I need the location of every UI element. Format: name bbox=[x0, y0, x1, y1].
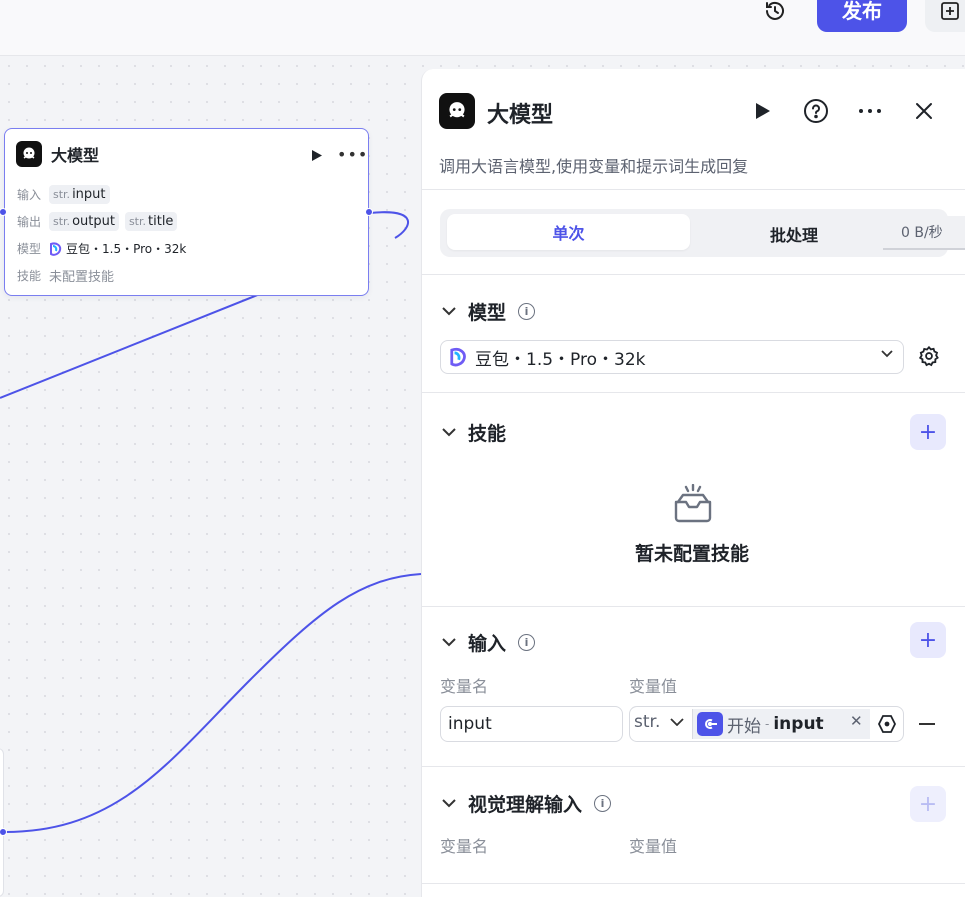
variable-reference-chip[interactable]: 开始 - input bbox=[692, 709, 870, 739]
skills-empty-text: 暂未配置技能 bbox=[634, 543, 749, 565]
close-button[interactable] bbox=[910, 97, 938, 125]
input-section-header[interactable]: 输入 i bbox=[442, 629, 536, 656]
tab-batch[interactable]: 批处理 bbox=[770, 222, 818, 246]
node-config-panel: 大模型 调用大语言模型,使用变量和提示词生成回复 单次 批处理 0 B/秒 模型… bbox=[421, 69, 965, 897]
chevron-down-icon bbox=[442, 638, 456, 647]
panel-description: 调用大语言模型,使用变量和提示词生成回复 bbox=[439, 157, 749, 176]
info-icon[interactable]: i bbox=[518, 634, 536, 651]
more-icon bbox=[859, 109, 881, 113]
empty-inbox-icon bbox=[674, 484, 712, 523]
llm-node-card[interactable]: 大模型 ••• 输入 str. input 输出 str. output str. t… bbox=[0, 128, 373, 296]
variable-name-input[interactable]: input bbox=[440, 706, 623, 742]
add-input-button[interactable]: + bbox=[910, 622, 946, 658]
help-icon bbox=[804, 99, 828, 123]
gear-icon bbox=[918, 345, 939, 367]
output-port[interactable] bbox=[365, 208, 373, 216]
variable-name-label: 变量名 bbox=[440, 677, 489, 696]
add-vision-input-button[interactable]: + bbox=[910, 786, 946, 822]
variable-value-label: 变量值 bbox=[629, 837, 678, 856]
chevron-down-icon bbox=[881, 350, 893, 358]
variable-picker-icon[interactable] bbox=[877, 714, 897, 734]
node-output-row: 输出 str. output str. title bbox=[17, 212, 178, 231]
network-speed-indicator: 0 B/秒 bbox=[883, 216, 965, 250]
type-select[interactable]: str. bbox=[634, 712, 684, 732]
clear-reference-button[interactable]: ✕ bbox=[850, 712, 863, 730]
llm-node-icon bbox=[439, 93, 475, 129]
llm-node-icon bbox=[16, 141, 42, 167]
connection-edge bbox=[0, 291, 266, 399]
model-section-header[interactable]: 模型 i bbox=[442, 298, 536, 325]
node-more-button[interactable]: ••• bbox=[337, 145, 368, 164]
remove-input-button[interactable] bbox=[919, 723, 935, 725]
model-settings-button[interactable] bbox=[918, 345, 940, 371]
skills-section-header[interactable]: 技能 bbox=[442, 419, 506, 446]
run-button[interactable] bbox=[749, 97, 777, 125]
help-button[interactable] bbox=[802, 97, 830, 125]
doubao-logo-icon bbox=[50, 242, 62, 256]
start-node-icon bbox=[697, 712, 723, 736]
info-icon[interactable]: i bbox=[594, 795, 612, 812]
chevron-down-icon bbox=[670, 718, 684, 726]
close-icon bbox=[916, 103, 932, 119]
model-select[interactable]: 豆包・1.5・Pro・32k bbox=[440, 340, 904, 374]
chevron-down-icon bbox=[442, 799, 456, 808]
tab-single[interactable]: 单次 bbox=[447, 214, 690, 250]
param-tag: str. input bbox=[49, 185, 110, 204]
input-port[interactable] bbox=[0, 208, 7, 216]
node-title: 大模型 bbox=[51, 146, 100, 165]
node-input-row: 输入 str. input bbox=[17, 185, 110, 204]
panel-title: 大模型 bbox=[487, 103, 554, 128]
node-model-row: 模型 豆包・1.5・Pro・32k bbox=[17, 242, 187, 256]
param-tag: str. output bbox=[49, 212, 119, 231]
connection-edge bbox=[4, 573, 422, 833]
variable-value-field: str. 开始 - input ✕ bbox=[629, 706, 904, 742]
play-icon bbox=[312, 150, 322, 161]
more-button[interactable] bbox=[856, 97, 884, 125]
play-icon bbox=[756, 103, 770, 119]
variable-name-label: 变量名 bbox=[440, 837, 489, 856]
vision-input-section-header[interactable]: 视觉理解输入 i bbox=[442, 790, 612, 817]
add-skill-button[interactable]: + bbox=[910, 414, 946, 450]
info-icon[interactable]: i bbox=[518, 303, 536, 320]
param-tag: str. title bbox=[124, 212, 178, 231]
variable-value-label: 变量值 bbox=[629, 677, 678, 696]
partial-node[interactable] bbox=[0, 748, 4, 897]
chevron-down-icon bbox=[442, 307, 456, 316]
chevron-down-icon bbox=[442, 428, 456, 437]
doubao-logo-icon bbox=[450, 348, 466, 367]
node-skills-row: 技能 未配置技能 bbox=[17, 269, 115, 285]
connection-edge bbox=[369, 211, 409, 239]
run-mode-tabs: 单次 批处理 bbox=[440, 209, 948, 257]
run-node-button[interactable] bbox=[311, 147, 323, 166]
